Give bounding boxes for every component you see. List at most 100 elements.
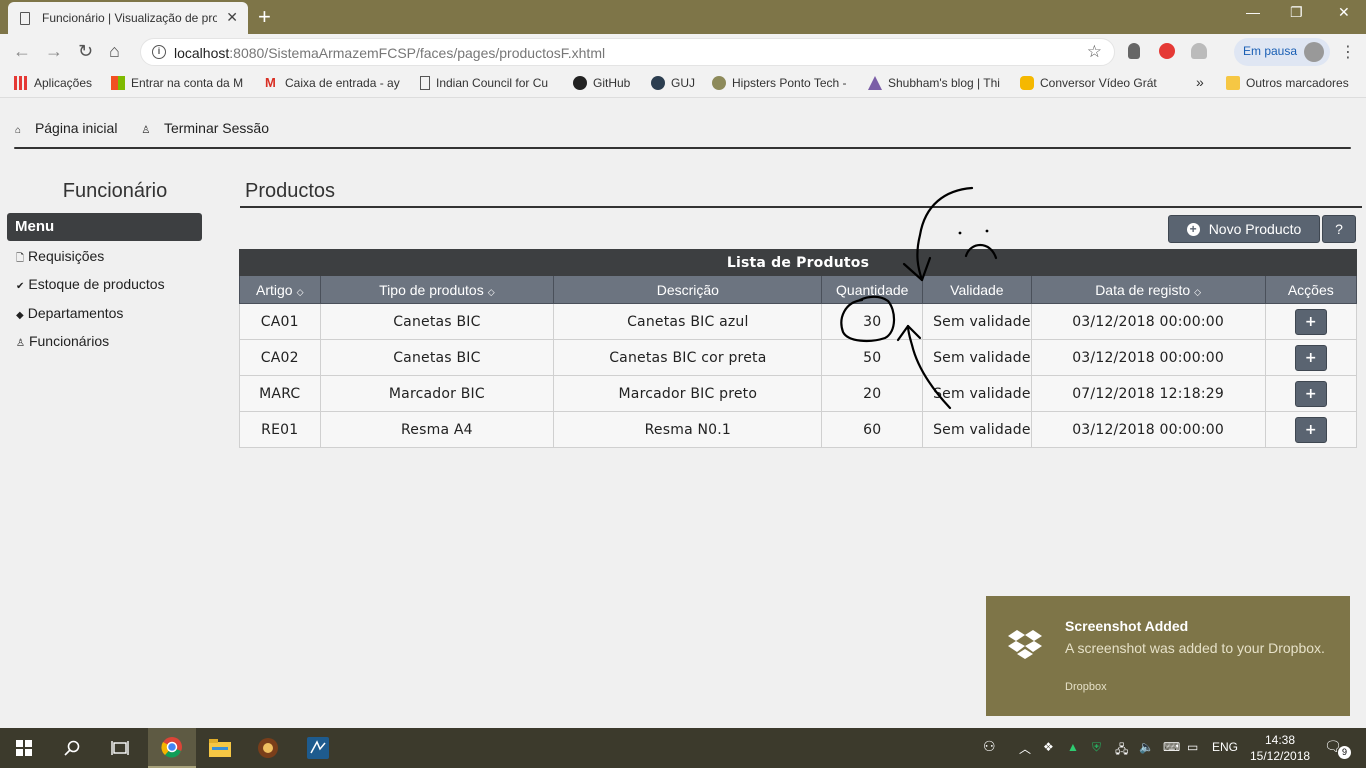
cell-accoes: + <box>1264 375 1358 412</box>
add-button[interactable]: + <box>1294 380 1327 407</box>
file-explorer-icon[interactable] <box>196 728 244 768</box>
address-bar[interactable]: i localhost:8080/SistemaArmazemFCSP/face… <box>140 38 1115 66</box>
user-icon: ♙ <box>16 338 25 349</box>
close-tab-icon[interactable]: ✕ <box>226 9 238 26</box>
browser-tab[interactable]: Funcionário | Visualização de pro ✕ <box>8 2 248 34</box>
new-product-button[interactable]: + Novo Producto <box>1168 215 1320 243</box>
security-icon[interactable]: ⛨ <box>1092 740 1101 755</box>
display-icon[interactable]: ▭ <box>1187 740 1198 754</box>
extension-cloud-icon[interactable] <box>1191 43 1207 59</box>
cell-descricao: Canetas BIC cor preta <box>553 339 823 376</box>
extension-bulb-icon[interactable] <box>1128 43 1140 59</box>
cell-quantidade: 50 <box>821 339 924 376</box>
close-window-icon[interactable]: ✕ <box>1338 4 1350 21</box>
column-header-data[interactable]: Data de registo ◇ <box>1030 275 1266 304</box>
bookmark-icc[interactable]: Indian Council for Cu <box>420 76 548 90</box>
extension-red-icon[interactable] <box>1159 43 1175 59</box>
apps-icon <box>14 76 28 90</box>
search-icon[interactable] <box>48 728 96 768</box>
notification-title: Screenshot Added <box>1065 618 1189 634</box>
forward-icon[interactable]: → <box>45 41 63 62</box>
add-button[interactable]: + <box>1294 416 1327 443</box>
cell-tipo: Resma A4 <box>319 411 555 448</box>
restore-icon[interactable]: ❐ <box>1290 4 1303 21</box>
people-icon[interactable]: ⚇ <box>983 738 996 755</box>
home-icon[interactable]: ⌂ <box>109 41 120 62</box>
app-taskbar-icon[interactable] <box>244 728 292 768</box>
new-tab-button[interactable]: + <box>258 4 271 30</box>
cell-validade: Sem validade <box>922 303 1032 340</box>
cell-descricao: Canetas BIC azul <box>553 303 823 340</box>
check-icon: ✔ <box>16 281 25 292</box>
bookmark-github[interactable]: GitHub <box>573 76 630 90</box>
browser-titlebar: Funcionário | Visualização de pro ✕ + — … <box>0 0 1366 34</box>
windows-start-icon[interactable] <box>0 728 48 768</box>
profile-button[interactable]: Em pausa <box>1234 38 1330 66</box>
cell-descricao: Resma N0.1 <box>553 411 823 448</box>
cell-validade: Sem validade <box>922 375 1032 412</box>
bookmark-converter[interactable]: Conversor Vídeo Grát <box>1020 76 1157 90</box>
sidebar-item-requisicoes[interactable]: 🗋 Requisições <box>16 248 104 268</box>
column-header-tipo[interactable]: Tipo de produtos ◇ <box>319 275 555 304</box>
network-icon[interactable]: 🖧 <box>1115 740 1128 761</box>
nav-logout-link[interactable]: ♙ Terminar Sessão <box>141 120 279 136</box>
url-text: localhost:8080/SistemaArmazemFCSP/faces/… <box>174 45 606 61</box>
bookmark-other[interactable]: Outros marcadores <box>1226 76 1349 90</box>
bookmark-blog[interactable]: Shubham's blog | Thi <box>868 76 1000 90</box>
guj-icon <box>651 76 665 90</box>
back-icon[interactable]: ← <box>13 41 31 62</box>
sidebar-item-estoque[interactable]: ✔ Estoque de productos <box>16 276 165 292</box>
clock[interactable]: 14:38 15/12/2018 <box>1250 732 1310 764</box>
language-indicator[interactable]: ENG <box>1212 740 1238 754</box>
dropbox-tray-icon[interactable]: ❖ <box>1043 740 1054 754</box>
minimize-icon[interactable]: — <box>1246 4 1260 20</box>
avatar <box>1304 42 1324 62</box>
more-bookmarks-icon[interactable]: » <box>1196 74 1204 90</box>
cell-descricao: Marcador BIC preto <box>553 375 823 412</box>
column-header-artigo[interactable]: Artigo ◇ <box>239 275 321 304</box>
dropbox-notification[interactable]: Screenshot Added A screenshot was added … <box>986 596 1350 716</box>
cell-data: 03/12/2018 00:00:00 <box>1030 411 1266 448</box>
cell-artigo: CA01 <box>239 303 321 340</box>
divider <box>240 206 1362 208</box>
browser-menu-icon[interactable]: ⋮ <box>1340 42 1356 62</box>
touch-keyboard-icon[interactable]: ⌨ <box>1163 740 1180 754</box>
mysql-workbench-icon[interactable] <box>294 728 342 768</box>
bookmark-star-icon[interactable]: ☆ <box>1087 42 1102 62</box>
bookmark-hipsters[interactable]: Hipsters Ponto Tech - <box>712 76 847 90</box>
help-button[interactable]: ? <box>1322 215 1356 243</box>
bookmark-guj[interactable]: GUJ <box>651 76 695 90</box>
top-navigation: ⌂ Página inicial ♙ Terminar Sessão <box>15 120 289 136</box>
task-view-icon[interactable] <box>96 728 144 768</box>
tag-icon: ◆ <box>16 310 24 321</box>
tray-app-icon[interactable]: ▲ <box>1067 740 1079 754</box>
reload-icon[interactable]: ↻ <box>78 41 93 62</box>
notification-source: Dropbox <box>1065 681 1107 693</box>
chrome-taskbar-icon[interactable] <box>148 728 196 768</box>
bookmark-apps[interactable]: Aplicações <box>14 76 92 90</box>
page-title: Productos <box>245 180 336 202</box>
sidebar-item-funcionarios[interactable]: ♙ Funcionários <box>16 333 109 349</box>
table-caption-row: Lista de Produtos <box>239 249 1357 276</box>
cell-artigo: RE01 <box>239 411 321 448</box>
profile-label: Em pausa <box>1243 44 1298 58</box>
nav-home-link[interactable]: ⌂ Página inicial <box>15 120 127 136</box>
blog-icon <box>868 76 882 90</box>
document-icon: 🗋 <box>16 253 25 264</box>
tray-expand-icon[interactable]: ︿ <box>1019 740 1031 757</box>
browser-toolbar: ← → ↻ ⌂ i localhost:8080/SistemaArmazemF… <box>0 34 1366 70</box>
add-button[interactable]: + <box>1294 344 1327 371</box>
page-icon <box>420 76 430 90</box>
bookmark-gmail[interactable]: M Caixa de entrada - ay <box>265 76 400 91</box>
bookmark-microsoft[interactable]: Entrar na conta da M <box>111 76 243 90</box>
cell-tipo: Canetas BIC <box>319 303 555 340</box>
microsoft-icon <box>111 76 125 90</box>
sidebar-item-departamentos[interactable]: ◆ Departamentos <box>16 305 123 321</box>
github-icon <box>573 76 587 90</box>
tab-title: Funcionário | Visualização de pro <box>42 11 217 25</box>
info-icon[interactable]: i <box>152 45 166 59</box>
cell-quantidade: 20 <box>821 375 924 412</box>
volume-icon[interactable]: 🔈 <box>1139 740 1154 754</box>
clock-time: 14:38 <box>1264 733 1296 747</box>
add-button[interactable]: + <box>1294 308 1327 335</box>
